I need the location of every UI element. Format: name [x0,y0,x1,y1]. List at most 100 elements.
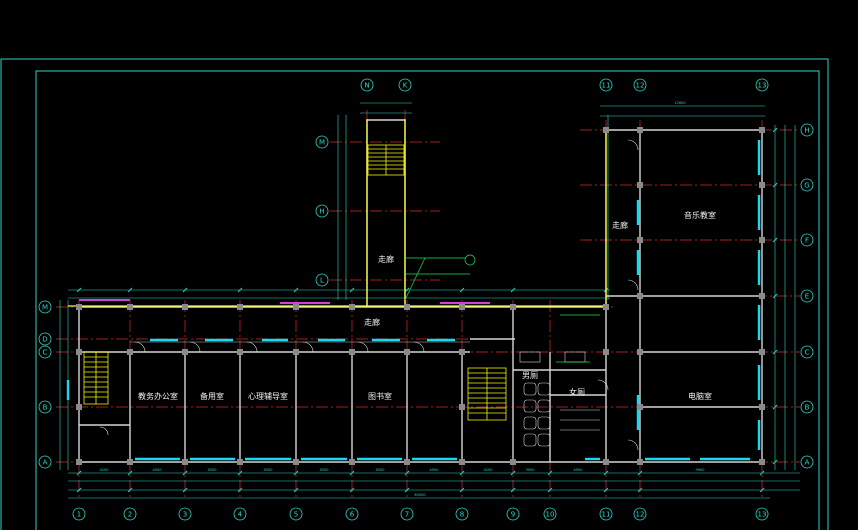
axis-bubble-bottom: 12 [633,507,647,521]
svg-text:60000: 60000 [414,493,425,497]
room-storage: 备用室 [200,391,224,401]
svg-text:12600: 12600 [674,101,685,105]
axis-bubbles: 1 2 3 4 5 6 7 8 9 10 11 12 13ABCDMHGFECBAN KMHL11 12 13 [38,78,814,521]
room-toilet-w: 女厕 [569,387,585,397]
axis-bubble-left: M [38,300,52,314]
axis-bubble-label: 13 [758,511,767,519]
windows [66,140,761,461]
axis-bubble-label: B [805,404,810,412]
svg-text:4200: 4200 [484,468,493,472]
axis-bubble-bottom: 7 [400,507,414,521]
axis-lines [56,110,800,500]
axis-bubble-bottom: 1 [72,507,86,521]
axis-bubble-label: 11 [602,82,611,90]
axis-bubble-label: 10 [546,511,555,519]
axis-bubble-label: 8 [460,511,464,519]
dimension-text: 4200 4500 4500 4500 4500 4500 4500 4200 … [100,101,705,497]
doors [99,139,639,451]
axis-bubble-label: G [804,182,809,190]
axis-bubble-label: C [43,349,48,357]
axis-bubble-bottom: 11 [599,507,613,521]
axis-bubble-label: D [42,336,47,344]
callouts [404,254,600,363]
room-music: 音乐教室 [684,210,716,220]
dimension-lines [59,102,800,499]
axis-bubble-right: C [800,345,814,359]
svg-text:3000: 3000 [526,468,535,472]
axis-bubble-label: C [805,349,810,357]
axis-bubble-left: C [38,345,52,359]
axis-bubble-right: H [800,123,814,137]
axis-bubble-label: B [43,404,48,412]
axis-bubble-label: F [805,237,809,245]
axis-bubble-bottom: 10 [543,507,557,521]
axis-bubble-label: L [320,277,324,285]
axis-bubble-label: 6 [350,511,355,519]
room-computer: 电脑室 [688,391,712,401]
toilet-fixtures [519,351,600,447]
inner-frame [35,70,820,530]
svg-text:4500: 4500 [574,468,583,472]
axis-bubble-label: 11 [602,511,611,519]
svg-text:4500: 4500 [153,468,162,472]
axis-bubble-north-top: N [360,78,374,92]
axis-bubble-label: 7 [405,511,409,519]
axis-bubble-bottom: 3 [178,507,192,521]
axis-bubble-bottom: 9 [506,507,520,521]
room-teacher-office: 教务办公室 [138,391,178,401]
room-counseling: 心理辅导室 [248,391,288,401]
axis-bubble-bottom: 8 [455,507,469,521]
room-library: 图书室 [368,391,392,401]
axis-bubble-label: H [319,208,324,216]
axis-bubble-left: B [38,400,52,414]
floor-plan-drawing: 4200 4500 4500 4500 4500 4500 4500 4200 … [0,58,829,530]
axis-bubble-label: 3 [183,511,187,519]
axis-bubble-label: M [42,304,48,312]
axis-bubble-east-top: 13 [755,78,769,92]
axis-bubble-right: F [800,233,814,247]
axis-bubble-right: G [800,178,814,192]
axis-bubble-label: 12 [636,511,645,519]
walls [78,119,763,463]
axis-bubble-bottom: 13 [755,507,769,521]
room-toilet-m: 男厕 [522,371,538,380]
axis-bubble-label: A [43,459,48,467]
room-corridor-main: 走廊 [364,317,380,327]
axis-bubble-bottom: 5 [289,507,303,521]
axis-bubble-north-left: L [315,273,329,287]
axis-bubble-label: A [805,459,810,467]
axis-bubble-north-left: M [315,135,329,149]
svg-text:4500: 4500 [320,468,329,472]
axis-bubble-bottom: 4 [233,507,247,521]
svg-text:4500: 4500 [208,468,217,472]
svg-text:4500: 4500 [264,468,273,472]
east-wing-outline [605,129,763,463]
axis-bubble-label: K [403,82,408,90]
axis-bubble-label: 4 [238,511,243,519]
axis-bubble-label: 2 [128,511,132,519]
stairs [83,144,507,421]
axis-bubble-north-top: K [398,78,412,92]
axis-bubble-label: 5 [294,511,298,519]
axis-bubble-label: E [805,293,809,301]
axis-bubble-right: E [800,289,814,303]
axis-bubble-bottom: 6 [345,507,359,521]
axis-bubble-east-top: 11 [599,78,613,92]
axis-bubble-label: 12 [636,82,645,90]
axis-bubble-left: D [38,332,52,346]
svg-text:4500: 4500 [376,468,385,472]
axis-bubble-label: M [319,139,325,147]
svg-text:9900: 9900 [696,468,705,472]
highlight-outline [68,119,607,307]
room-corridor-east: 走廊 [612,220,628,230]
axis-bubble-right: A [800,455,814,469]
axis-bubble-label: N [364,82,369,90]
axis-bubble-label: 1 [77,511,81,519]
axis-bubble-label: 9 [511,511,515,519]
axis-bubble-right: B [800,400,814,414]
axis-bubble-east-top: 12 [633,78,647,92]
axis-bubble-label: 13 [758,82,767,90]
axis-bubble-bottom: 2 [123,507,137,521]
svg-text:4200: 4200 [100,468,109,472]
axis-bubble-label: H [804,127,809,135]
